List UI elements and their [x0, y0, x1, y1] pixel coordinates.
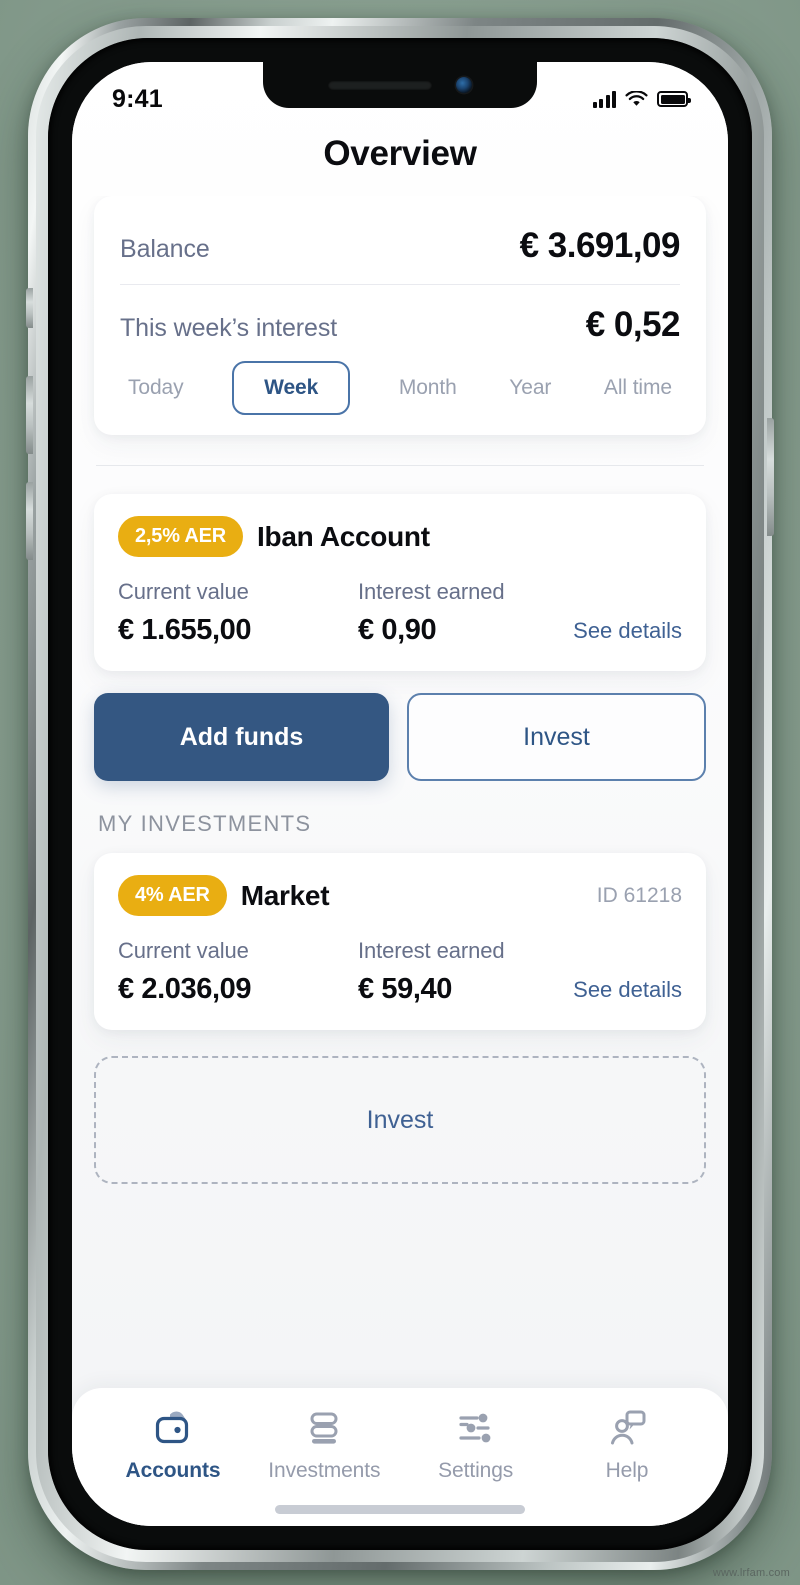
period-tab-today[interactable]: Today — [124, 363, 188, 413]
layers-icon — [304, 1408, 344, 1448]
volume-up-button[interactable] — [26, 376, 33, 454]
tab-help-label: Help — [605, 1459, 649, 1482]
tab-investments-label: Investments — [268, 1459, 381, 1482]
period-tab-month[interactable]: Month — [395, 363, 461, 413]
balance-row: Balance € 3.691,09 — [120, 220, 681, 284]
battery-full-icon — [657, 91, 691, 107]
iban-account-name: Iban Account — [257, 520, 430, 552]
cellular-signal-icon — [592, 90, 616, 108]
invest-placeholder-button[interactable]: Invest — [94, 1056, 706, 1184]
app-screen: 9:41 Overview Balance € 3.691,09 This we… — [72, 62, 728, 1526]
period-tabs: Today Week Month Year All time — [120, 355, 680, 417]
bottom-tab-bar: Accounts Investments Settings Help — [72, 1388, 728, 1526]
iban-current-value: € 1.655,00 — [118, 614, 252, 646]
market-id: ID 61218 — [596, 883, 682, 907]
market-card-body: Current value € 2.036,09 Interest earned… — [118, 938, 682, 1006]
market-name: Market — [240, 879, 330, 911]
page-title: Overview — [323, 134, 477, 173]
iban-see-details-link[interactable]: See details — [573, 618, 682, 647]
phone-frame: 9:41 Overview Balance € 3.691,09 This we… — [26, 18, 774, 1570]
wallet-icon — [153, 1408, 193, 1448]
balance-label: Balance — [120, 235, 210, 263]
earpiece-speaker-icon — [328, 80, 432, 90]
watermark: www.lrfam.com — [712, 1567, 790, 1579]
front-camera-icon — [456, 77, 472, 93]
balance-card: Balance € 3.691,09 This week’s interest … — [94, 196, 706, 435]
sliders-icon — [455, 1408, 497, 1448]
tab-accounts[interactable]: Accounts — [98, 1408, 248, 1483]
market-interest-label: Interest earned — [358, 938, 505, 963]
market-card-header: 4% AER Market ID 61218 — [118, 875, 682, 916]
period-tab-all-time[interactable]: All time — [600, 363, 676, 413]
iban-current-value-column: Current value € 1.655,00 — [118, 579, 358, 647]
backdrop: 9:41 Overview Balance € 3.691,09 This we… — [0, 0, 800, 1585]
phone-bezel: 9:41 Overview Balance € 3.691,09 This we… — [48, 38, 752, 1550]
person-chat-icon — [607, 1408, 647, 1448]
tab-accounts-label: Accounts — [125, 1459, 221, 1482]
iban-account-card[interactable]: 2,5% AER Iban Account Current value € 1.… — [94, 494, 706, 671]
action-buttons: Add funds Invest — [94, 693, 706, 781]
market-current-value: € 2.036,09 — [118, 973, 252, 1005]
tab-help[interactable]: Help — [552, 1408, 702, 1483]
status-indicators — [592, 90, 691, 108]
iban-account-body: Current value € 1.655,00 Interest earned… — [118, 579, 682, 647]
iban-interest-column: Interest earned € 0,90 — [358, 579, 573, 647]
market-see-details-link[interactable]: See details — [573, 977, 682, 1006]
market-interest-column: Interest earned € 59,40 — [358, 938, 573, 1006]
balance-value: € 3.691,09 — [519, 226, 681, 265]
market-investment-card[interactable]: 4% AER Market ID 61218 Current value € 2… — [94, 853, 706, 1030]
volume-down-button[interactable] — [26, 482, 33, 560]
aer-badge: 4% AER — [118, 875, 227, 916]
phone-notch — [263, 62, 537, 108]
mute-switch[interactable] — [26, 288, 33, 328]
tab-bar-items: Accounts Investments Settings Help — [98, 1408, 702, 1483]
home-indicator[interactable] — [275, 1505, 525, 1514]
interest-value: € 0,52 — [585, 305, 681, 344]
iban-interest-value: € 0,90 — [358, 614, 437, 646]
period-tab-week[interactable]: Week — [232, 361, 351, 415]
invest-button[interactable]: Invest — [407, 693, 706, 781]
tab-settings-label: Settings — [438, 1459, 514, 1482]
iban-account-header: 2,5% AER Iban Account — [118, 516, 682, 557]
power-button[interactable] — [767, 418, 774, 536]
wifi-icon — [625, 90, 648, 106]
section-divider — [96, 465, 704, 466]
market-current-value-label: Current value — [118, 938, 249, 963]
scroll-content[interactable]: Balance € 3.691,09 This week’s interest … — [72, 196, 728, 1388]
add-funds-button[interactable]: Add funds — [94, 693, 389, 781]
aer-badge: 2,5% AER — [118, 516, 244, 557]
market-interest-value: € 59,40 — [358, 973, 452, 1005]
tab-investments[interactable]: Investments — [249, 1408, 399, 1483]
tab-settings[interactable]: Settings — [401, 1408, 551, 1483]
status-time: 9:41 — [112, 84, 163, 113]
iban-current-value-label: Current value — [118, 579, 249, 604]
my-investments-heading: MY INVESTMENTS — [98, 811, 312, 836]
period-tab-year[interactable]: Year — [505, 363, 555, 413]
card-divider — [120, 284, 680, 285]
interest-label: This week’s interest — [120, 314, 338, 342]
interest-row: This week’s interest € 0,52 — [120, 287, 681, 355]
phone-screen: 9:41 Overview Balance € 3.691,09 This we… — [72, 62, 728, 1526]
phone-frame-midband: 9:41 Overview Balance € 3.691,09 This we… — [36, 26, 764, 1562]
iban-interest-label: Interest earned — [358, 579, 505, 604]
market-current-value-column: Current value € 2.036,09 — [118, 938, 358, 1006]
